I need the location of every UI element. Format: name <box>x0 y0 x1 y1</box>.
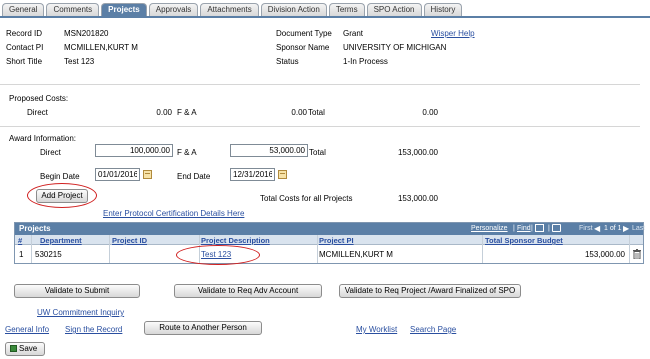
proposed-direct-label: Direct <box>27 108 48 117</box>
column-header-num[interactable]: # <box>18 236 22 245</box>
tab-projects[interactable]: Projects <box>101 3 147 16</box>
tab-comments[interactable]: Comments <box>46 3 100 16</box>
status-value: 1-In Process <box>343 57 388 66</box>
calendar-icon[interactable] <box>278 170 287 179</box>
tab-bar: General Comments Projects Approvals Atta… <box>2 3 464 17</box>
short-title-value: Test 123 <box>64 57 95 66</box>
protocol-certification-link[interactable]: Enter Protocol Certification Details Her… <box>103 209 244 218</box>
column-header-project-pi[interactable]: Project PI <box>319 236 354 245</box>
award-info-title: Award Information: <box>9 134 76 143</box>
proposed-total-value: 0.00 <box>422 108 438 117</box>
total-all-projects-value: 153,000.00 <box>397 194 438 203</box>
tab-underline <box>0 16 650 18</box>
search-page-link[interactable]: Search Page <box>410 325 456 334</box>
first-label: First <box>579 225 593 232</box>
contact-pi-label: Contact PI <box>6 43 44 52</box>
column-header-total-sponsor-budget[interactable]: Total Sponsor Budget <box>485 236 563 245</box>
award-direct-input[interactable] <box>95 144 173 157</box>
tab-division-action[interactable]: Division Action <box>260 3 327 16</box>
my-worklist-link[interactable]: My Worklist <box>356 325 397 334</box>
download-icon[interactable] <box>552 224 561 232</box>
wisper-help-link[interactable]: Wisper Help <box>431 29 475 38</box>
document-type-value: Grant <box>343 29 364 38</box>
route-person-button[interactable]: Route to Another Person <box>144 321 262 335</box>
tab-general[interactable]: General <box>2 3 45 16</box>
find-link[interactable]: Find <box>517 225 531 232</box>
document-type-label: Document Type <box>276 29 332 38</box>
proposed-fa-value: 0.00 <box>291 108 307 117</box>
prev-icon[interactable]: ◀ <box>594 224 600 233</box>
add-project-button[interactable]: Add Project <box>36 189 88 203</box>
divider <box>0 84 640 85</box>
status-label: Status <box>276 57 299 66</box>
column-header-project-id[interactable]: Project ID <box>112 236 147 245</box>
row-range: 1 of 1 <box>604 225 622 232</box>
divider <box>0 126 640 127</box>
award-fa-label: F & A <box>177 148 197 157</box>
row-project-pi: MCMILLEN,KURT M <box>319 250 393 259</box>
record-id-value: MSN201820 <box>64 29 109 38</box>
save-label: Save <box>19 344 38 353</box>
proposed-direct-value: 0.00 <box>156 108 172 117</box>
calendar-icon[interactable] <box>143 170 152 179</box>
delete-row-icon[interactable] <box>633 249 641 260</box>
award-total-label: Total <box>309 148 326 157</box>
end-date-label: End Date <box>177 172 211 181</box>
end-date-input[interactable] <box>230 168 275 181</box>
tab-approvals[interactable]: Approvals <box>148 3 199 16</box>
short-title-label: Short Title <box>6 57 43 66</box>
tab-attachments[interactable]: Attachments <box>200 3 259 16</box>
next-icon[interactable]: ▶ <box>623 224 629 233</box>
save-button[interactable]: Save <box>5 342 45 356</box>
row-department: 530215 <box>35 250 62 259</box>
row-total-sponsor-budget: 153,000.00 <box>584 250 625 259</box>
proposed-fa-label: F & A <box>177 108 197 117</box>
grid-title: Projects <box>19 224 51 233</box>
tab-spo-action[interactable]: SPO Action <box>366 3 422 16</box>
tab-history[interactable]: History <box>423 3 463 16</box>
validate-submit-button[interactable]: Validate to Submit <box>14 284 140 298</box>
proposed-costs-title: Proposed Costs: <box>9 94 69 103</box>
sponsor-name-label: Sponsor Name <box>276 43 330 52</box>
sign-record-link[interactable]: Sign the Record <box>65 325 122 334</box>
sponsor-name-value: UNIVERSITY OF MICHIGAN <box>343 43 447 52</box>
projects-grid: Projects Personalize | Find | | First ◀ … <box>14 222 646 264</box>
proposed-total-label: Total <box>308 108 325 117</box>
column-header-department[interactable]: Department <box>40 236 82 245</box>
tab-terms[interactable]: Terms <box>328 3 365 16</box>
commitment-inquiry-link[interactable]: UW Commitment Inquiry <box>37 308 124 317</box>
begin-date-label: Begin Date <box>40 172 80 181</box>
column-header-project-description[interactable]: Project Description <box>201 236 270 245</box>
total-all-projects-label: Total Costs for all Projects <box>260 194 353 203</box>
award-fa-input[interactable] <box>230 144 308 157</box>
save-icon <box>10 345 17 352</box>
validate-spo-button[interactable]: Validate to Req Project /Award Finalized… <box>339 284 521 298</box>
award-direct-label: Direct <box>40 148 61 157</box>
row-number: 1 <box>19 250 24 259</box>
personalize-link[interactable]: Personalize <box>471 225 508 232</box>
contact-pi-value: MCMILLEN,KURT M <box>64 43 138 52</box>
general-info-link[interactable]: General Info <box>5 325 49 334</box>
award-total-value: 153,000.00 <box>397 148 438 157</box>
view-all-icon[interactable] <box>535 224 544 232</box>
last-label: Last <box>632 225 646 232</box>
row-project-description-link[interactable]: Test 123 <box>201 250 231 259</box>
record-id-label: Record ID <box>6 29 43 38</box>
validate-adv-account-button[interactable]: Validate to Req Adv Account <box>174 284 322 298</box>
begin-date-input[interactable] <box>95 168 140 181</box>
